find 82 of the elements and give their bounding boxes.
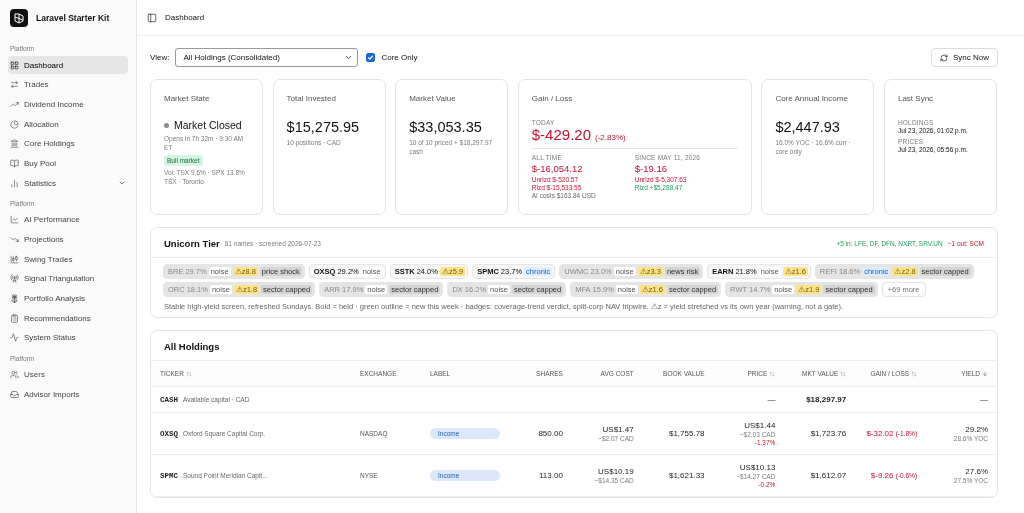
table-cell: 113.00 <box>501 454 572 497</box>
nav-item[interactable]: Users <box>8 365 128 384</box>
status-dot <box>164 122 169 128</box>
inbox-icon <box>10 389 19 399</box>
nav-item[interactable]: Buy Pool <box>8 154 128 173</box>
nav-item[interactable]: Allocation <box>8 115 128 134</box>
card-title: Core Annual Income <box>775 94 849 103</box>
table-cell: $1,621.33 <box>642 454 714 497</box>
nav-item[interactable]: AI Performance <box>8 210 128 229</box>
view-label: View: <box>150 53 170 62</box>
view-select[interactable]: All Holdings (Consolidated) <box>175 48 359 67</box>
table-cell: — <box>713 386 785 413</box>
nav-item[interactable]: Dividend Income <box>8 95 128 114</box>
nav-item[interactable]: Portfolio Analysis <box>8 289 128 308</box>
bar-chart-icon <box>10 178 19 188</box>
pie-chart-icon <box>10 119 19 129</box>
core-only-checkbox[interactable] <box>366 53 376 62</box>
flower-icon <box>10 294 19 304</box>
today-value: $-429.20 <box>531 126 591 143</box>
card-title: Market Value <box>409 94 457 103</box>
arrows-icon <box>10 80 19 90</box>
table-cell: $18,297.97 <box>784 386 856 413</box>
trend-up-icon <box>10 99 19 109</box>
table-cell: 850.00 <box>501 412 572 455</box>
sort-icon[interactable] <box>911 370 918 377</box>
nav-item[interactable]: Statistics <box>8 174 128 193</box>
candlestick-icon <box>10 254 19 264</box>
avg-cost: US$10.19 <box>598 467 634 476</box>
line-chart-icon <box>10 215 19 225</box>
sort-icon[interactable] <box>840 370 847 377</box>
stat-value: $15,275.95 <box>286 119 361 135</box>
gain-value: $-32.02 <box>866 429 894 438</box>
sort-icon[interactable] <box>769 370 776 377</box>
avg-cost: US$1.47 <box>602 425 634 434</box>
price: US$1.44 <box>744 421 776 430</box>
users-icon <box>10 370 19 380</box>
today-percent: (-2.83%) <box>595 133 626 142</box>
page-title: Dashboard <box>165 13 205 22</box>
nav-item[interactable]: Core Holdings <box>8 134 128 153</box>
logo-icon <box>10 9 28 27</box>
panel-title: Unicorn Tier <box>164 238 220 249</box>
panel-title: All Holdings <box>164 341 220 352</box>
nav-item[interactable]: Trades <box>8 75 128 94</box>
sync-button[interactable]: Sync Now <box>931 48 998 67</box>
stat-value: $33,053.35 <box>409 119 483 135</box>
trend-down-icon <box>10 235 19 244</box>
card-title: Total Invested <box>286 94 337 103</box>
table-cell: $1,612.07 <box>784 454 856 497</box>
table-cell: $1,755.78 <box>642 412 714 455</box>
period-value: $-16,054.12 <box>531 163 584 174</box>
table-cell: $1,723.76 <box>784 412 856 455</box>
grid-icon <box>10 60 19 70</box>
sidebar-toggle-icon[interactable] <box>147 12 157 23</box>
gain-value: $-9.26 <box>870 471 894 480</box>
market-status: Market Closed <box>174 119 242 131</box>
bank-icon <box>10 139 19 149</box>
nav-item[interactable]: System Status <box>8 328 128 347</box>
nav-item[interactable]: Advisor Imports <box>8 385 128 404</box>
arrow-down-icon[interactable] <box>982 370 988 377</box>
chevron-down-icon <box>344 53 354 62</box>
card-title: Last Sync <box>897 94 935 103</box>
price: US$10.13 <box>739 463 776 472</box>
core-only-label: Core Only <box>381 53 418 62</box>
yield-value: 27.6% <box>965 467 988 476</box>
nav-item[interactable]: Projections <box>8 230 128 249</box>
nav-item[interactable]: Signal Triangulation <box>8 269 128 288</box>
nav-item[interactable]: Recommendations <box>8 309 128 328</box>
pulse-icon <box>10 333 19 343</box>
nav-item[interactable]: Swing Trades <box>8 250 128 269</box>
nav-item[interactable]: Dashboard <box>8 56 128 74</box>
card-title: Gain / Loss <box>531 94 574 103</box>
refresh-icon <box>940 53 948 62</box>
book-icon <box>10 158 19 168</box>
stat-value: $2,447.93 <box>775 119 841 135</box>
clipboard-icon <box>10 313 19 323</box>
table-cell: — <box>926 386 997 413</box>
yield-value: 29.2% <box>965 425 988 434</box>
sort-icon[interactable] <box>185 370 192 377</box>
card-title: Market State <box>164 94 211 103</box>
tower-icon <box>10 274 19 284</box>
period-value: $-19.16 <box>634 163 668 174</box>
app-name: Laravel Starter Kit <box>36 13 110 23</box>
